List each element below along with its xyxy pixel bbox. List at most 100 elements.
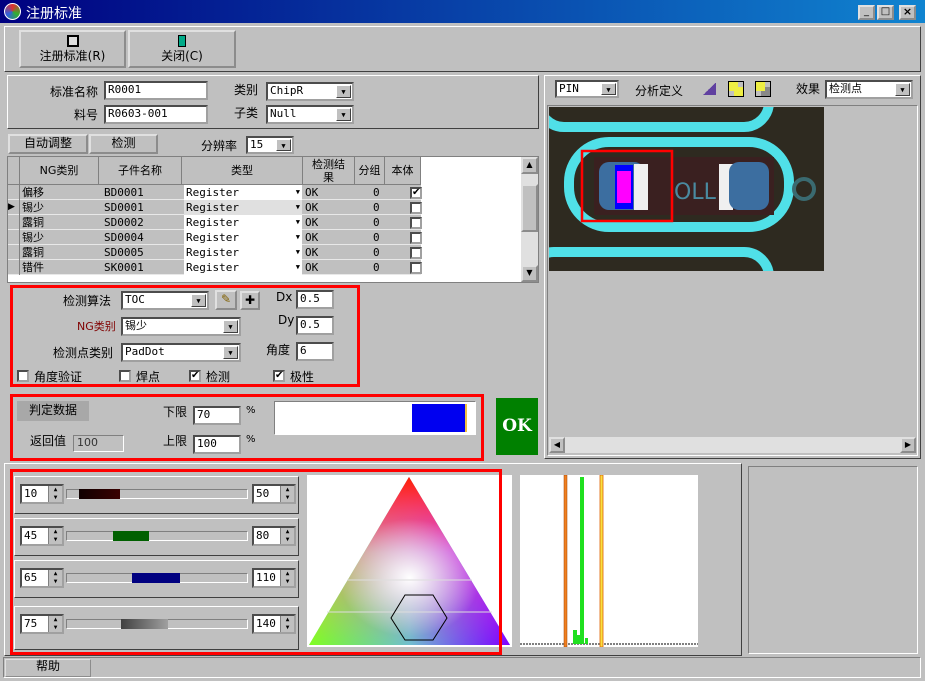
lower-limit-input[interactable]: 70	[193, 406, 241, 425]
part-no-input[interactable]: R0603-001	[104, 105, 208, 124]
table-row[interactable]: 错件 SK0001 Register ▼ OK 0	[8, 260, 422, 275]
dx-input[interactable]: 0.5	[296, 290, 334, 309]
scroll-right-button[interactable]: ▶	[900, 437, 916, 453]
scroll-left-button[interactable]: ◀	[549, 437, 565, 453]
chevron-down-icon[interactable]: ▼	[223, 320, 238, 333]
checkbox-1[interactable]	[119, 370, 131, 382]
std-name-input[interactable]: R0001	[104, 81, 208, 100]
row-indicator[interactable]	[8, 245, 20, 260]
body-checkbox[interactable]	[410, 232, 422, 244]
header-type[interactable]: 类型	[182, 157, 303, 185]
close-window-button[interactable]: ×	[899, 5, 916, 20]
image-view-panel: PIN ▼ 分析定义 效果 检测点 ▼ OLL ◀ ▶	[544, 75, 921, 459]
magic-wand-button[interactable]: ✎	[215, 290, 237, 310]
detect-button[interactable]: 检测	[89, 134, 158, 154]
add-button[interactable]: ✚	[240, 291, 260, 310]
effect-select[interactable]: 检测点 ▼	[825, 80, 913, 99]
checkbox-3[interactable]: ✔	[273, 370, 285, 382]
dy-label: Dy	[278, 313, 295, 327]
pin-select[interactable]: PIN ▼	[555, 80, 619, 98]
header-body[interactable]: 本体	[385, 157, 421, 185]
angle-input[interactable]: 6	[296, 342, 334, 361]
overlay-gray-icon[interactable]	[755, 81, 771, 97]
checkbox-0[interactable]	[17, 370, 29, 382]
cell-type-select[interactable]: Register ▼	[184, 230, 302, 245]
judge-data-title: 判定数据	[17, 401, 89, 421]
cell-part-name: SD0005	[104, 246, 144, 259]
analysis-def-label[interactable]: 分析定义	[635, 82, 683, 99]
row-indicator[interactable]	[8, 215, 20, 230]
cell-result: OK	[305, 201, 319, 214]
row-indicator[interactable]	[8, 185, 20, 200]
close-button[interactable]: 关闭(C)	[128, 30, 236, 68]
algorithm-settings-box: 检测算法 TOC ▼ ✎ ✚ Dx 0.5 NG类别 锡少 ▼ Dy 0.5 检测点…	[10, 285, 360, 387]
table-row[interactable]: 露铜 SD0002 Register ▼ OK 0	[8, 215, 422, 230]
body-checkbox[interactable]	[410, 202, 422, 214]
chevron-down-icon[interactable]: ▼	[336, 108, 351, 121]
chevron-down-icon[interactable]: ▼	[191, 294, 206, 307]
cell-type-select[interactable]: Register ▼	[184, 215, 302, 230]
effect-label: 效果	[796, 82, 821, 96]
dx-label: Dx	[276, 290, 293, 304]
result-text: OK	[502, 416, 532, 436]
row-indicator[interactable]	[8, 260, 20, 275]
dy-input[interactable]: 0.5	[296, 316, 334, 335]
row-indicator[interactable]	[8, 230, 20, 245]
cell-type-select[interactable]: Register ▼	[184, 200, 302, 215]
chevron-down-icon[interactable]: ▼	[336, 85, 351, 98]
help-button[interactable]: 帮助	[5, 659, 91, 677]
image-canvas[interactable]: OLL ◀ ▶	[547, 105, 918, 456]
image-horizontal-scrollbar[interactable]: ◀ ▶	[549, 437, 916, 453]
cell-type-select[interactable]: Register ▼	[184, 260, 302, 275]
toolbar: 注册标准(R) 关闭(C)	[4, 26, 921, 72]
scroll-down-button[interactable]: ▼	[521, 265, 538, 282]
body-checkbox[interactable]	[410, 217, 422, 229]
histogram-upper-marker	[599, 475, 604, 647]
grid-vertical-scrollbar[interactable]: ▲ ▼	[521, 157, 538, 282]
cell-type-select[interactable]: Register ▼	[184, 185, 302, 200]
row-indicator[interactable]: ▶	[8, 200, 20, 215]
chevron-down-icon[interactable]: ▼	[223, 346, 238, 359]
algo-select[interactable]: TOC ▼	[121, 291, 209, 310]
chevron-down-icon[interactable]: ▼	[276, 139, 291, 151]
body-checkbox[interactable]	[410, 247, 422, 259]
register-standard-button[interactable]: 注册标准(R)	[19, 30, 126, 68]
category-select[interactable]: ChipR ▼	[266, 82, 354, 101]
table-row[interactable]: 露铜 SD0005 Register ▼ OK 0	[8, 245, 422, 260]
std-name-label: 标准名称	[50, 85, 99, 99]
overlay-yellow-icon[interactable]	[728, 81, 744, 97]
app-logo-icon	[4, 3, 21, 20]
header-ng-type[interactable]: NG类别	[20, 157, 99, 185]
minimize-button[interactable]: _	[858, 5, 875, 20]
table-row[interactable]: ▶ 锡少 SD0001 Register ▼ OK 0	[8, 200, 422, 215]
point-type-select[interactable]: PadDot ▼	[121, 343, 241, 362]
subcategory-select[interactable]: Null ▼	[266, 105, 354, 124]
upper-unit: %	[246, 434, 256, 445]
header-result[interactable]: 检测结果	[303, 157, 355, 185]
auto-adjust-button[interactable]: 自动调整	[8, 134, 88, 154]
scroll-up-button[interactable]: ▲	[521, 157, 538, 174]
body-checkbox[interactable]	[410, 262, 422, 274]
checkbox-2[interactable]: ✔	[189, 370, 201, 382]
register-standard-label: 注册标准(R)	[39, 49, 106, 63]
maximize-button[interactable]: □	[877, 5, 894, 20]
measure-icon[interactable]	[702, 83, 716, 95]
body-checkbox[interactable]: ✔	[410, 187, 422, 199]
cell-group: 0	[373, 246, 380, 259]
header-group[interactable]: 分组	[355, 157, 385, 185]
histogram-bar	[577, 635, 580, 644]
resolution-select[interactable]: 15 ▼	[246, 136, 294, 154]
cell-type-select[interactable]: Register ▼	[184, 245, 302, 260]
upper-limit-input[interactable]: 100	[193, 435, 241, 454]
judge-data-box: 判定数据 下限 70 % 返回值 100 上限 100 %	[10, 394, 484, 461]
judge-level-fill	[412, 404, 467, 432]
header-part-name[interactable]: 子件名称	[99, 157, 182, 185]
table-row[interactable]: 偏移 BD0001 Register ▼ OK 0 ✔	[8, 185, 422, 200]
table-row[interactable]: 锡少 SD0004 Register ▼ OK 0	[8, 230, 422, 245]
chevron-down-icon[interactable]: ▼	[895, 83, 910, 96]
angle-label: 角度	[266, 343, 291, 357]
chevron-down-icon[interactable]: ▼	[601, 83, 616, 95]
scroll-thumb[interactable]	[521, 184, 538, 232]
window-title: 注册标准	[26, 6, 82, 22]
ng-type-select[interactable]: 锡少 ▼	[121, 317, 241, 336]
